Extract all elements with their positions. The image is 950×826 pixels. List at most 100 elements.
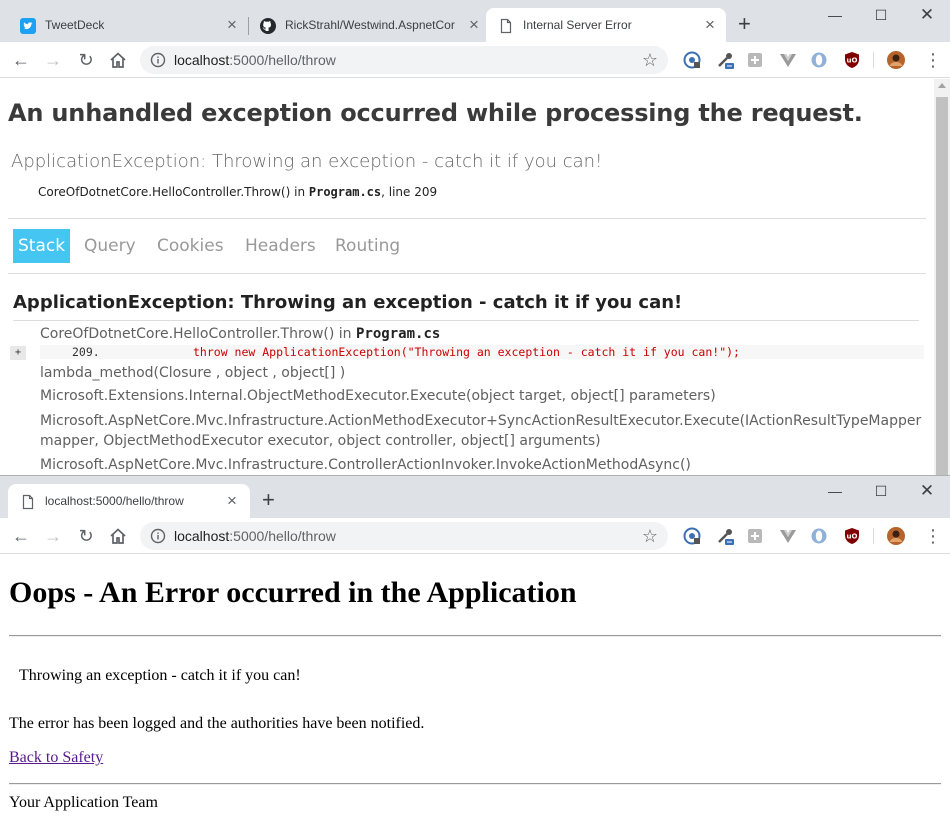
- svg-text:uO: uO: [847, 533, 858, 541]
- browser-menu-icon[interactable]: ⋮: [924, 526, 942, 546]
- divider: [13, 320, 919, 321]
- error-message: Throwing an exception - catch it if you …: [19, 667, 301, 684]
- puzzle-extension-icon[interactable]: [746, 51, 764, 69]
- scroll-up-arrow-icon[interactable]: [938, 83, 946, 88]
- tab-strip: localhost:5000/hello/throw × + — ☐ ✕: [0, 476, 950, 518]
- new-tab-icon[interactable]: +: [262, 489, 275, 511]
- browser-window-error-page: TweetDeck × RickStrahl/Westwind.AspnetCo…: [0, 0, 950, 476]
- browser-toolbar: ← → ↻ localhost:5000/hello/throw ☆ uO ⋮: [0, 42, 950, 78]
- ublock-origin-icon[interactable]: uO: [843, 527, 861, 545]
- error-code: throw new ApplicationException("Throwing…: [193, 345, 740, 359]
- developer-exception-page: An unhandled exception occurred while pr…: [0, 79, 934, 476]
- info-icon[interactable]: [150, 528, 166, 544]
- page-title: An unhandled exception occurred while pr…: [8, 99, 863, 127]
- source-code-line: 209. throw new ApplicationException("Thr…: [40, 345, 924, 359]
- url-host: localhost: [174, 52, 230, 68]
- stack-frame[interactable]: Microsoft.AspNetCore.Mvc.Infrastructure.…: [40, 457, 691, 473]
- tab-tweetdeck[interactable]: TweetDeck ×: [8, 8, 244, 42]
- url-text: localhost:5000/hello/throw: [174, 528, 336, 544]
- location-line: , line 209: [381, 185, 438, 199]
- ublock-origin-icon[interactable]: uO: [843, 51, 861, 69]
- page-title: Oops - An Error occurred in the Applicat…: [9, 576, 577, 609]
- close-window-icon[interactable]: ✕: [904, 476, 950, 506]
- back-to-safety-link[interactable]: Back to Safety: [9, 749, 103, 767]
- tab-query[interactable]: Query: [84, 229, 136, 263]
- signature: Your Application Team: [9, 794, 158, 811]
- logged-notice: The error has been logged and the author…: [9, 715, 425, 732]
- tab-title: TweetDeck: [45, 18, 105, 32]
- profile-avatar[interactable]: [887, 51, 905, 69]
- divider: [9, 783, 941, 785]
- opera-extension-icon[interactable]: [810, 51, 828, 69]
- minimize-icon[interactable]: —: [812, 476, 858, 506]
- forward-icon[interactable]: →: [42, 49, 64, 71]
- forward-icon[interactable]: →: [42, 525, 64, 547]
- stack-frame[interactable]: Microsoft.AspNetCore.Mvc.Infrastructure.…: [40, 413, 921, 429]
- home-icon[interactable]: [108, 50, 128, 70]
- profile-avatar[interactable]: [887, 527, 905, 545]
- maximize-icon[interactable]: ☐: [858, 476, 904, 506]
- tab-title: localhost:5000/hello/throw: [45, 494, 184, 508]
- close-tab-icon[interactable]: ×: [227, 16, 237, 33]
- toolbar-separator: [873, 528, 874, 544]
- tab-localhost[interactable]: localhost:5000/hello/throw ×: [8, 484, 250, 518]
- reload-icon[interactable]: ↻: [75, 525, 97, 547]
- vue-devtools-icon[interactable]: [779, 527, 797, 545]
- stack-frame[interactable]: CoreOfDotnetCore.HelloController.Throw()…: [40, 326, 440, 342]
- reload-icon[interactable]: ↻: [75, 49, 97, 71]
- tab-stack[interactable]: Stack: [13, 229, 71, 263]
- password-extension-icon[interactable]: [683, 527, 701, 545]
- maximize-icon[interactable]: ☐: [858, 0, 904, 30]
- location-file: Program.cs: [308, 185, 382, 199]
- stack-frame[interactable]: lambda_method(Closure , object , object[…: [40, 365, 345, 381]
- frame-method: CoreOfDotnetCore.HelloController.Throw()…: [40, 326, 357, 342]
- divider: [9, 635, 941, 637]
- home-icon[interactable]: [108, 526, 128, 546]
- vue-devtools-icon[interactable]: [779, 51, 797, 69]
- tab-strip: TweetDeck × RickStrahl/Westwind.AspnetCo…: [0, 0, 950, 42]
- url-path: :5000/hello/throw: [229, 52, 336, 68]
- stack-heading: ApplicationException: Throwing an except…: [13, 292, 683, 313]
- tab-cookies[interactable]: Cookies: [157, 229, 224, 263]
- close-window-icon[interactable]: ✕: [904, 0, 950, 30]
- back-icon[interactable]: ←: [10, 525, 32, 547]
- browser-window-friendly-error: localhost:5000/hello/throw × + — ☐ ✕ ← →…: [0, 475, 950, 826]
- tab-routing[interactable]: Routing: [335, 229, 400, 263]
- browser-menu-icon[interactable]: ⋮: [924, 50, 942, 70]
- exception-title: ApplicationException: Throwing an except…: [11, 151, 603, 172]
- expand-source-button[interactable]: +: [10, 346, 26, 360]
- close-tab-icon[interactable]: ×: [227, 492, 237, 509]
- address-bar[interactable]: localhost:5000/hello/throw ☆: [140, 522, 668, 550]
- tab-headers[interactable]: Headers: [245, 229, 316, 263]
- stack-frame[interactable]: Microsoft.Extensions.Internal.ObjectMeth…: [40, 388, 716, 404]
- divider: [8, 218, 926, 219]
- back-icon[interactable]: ←: [10, 49, 32, 71]
- page-icon: [500, 18, 512, 34]
- scrollbar-thumb[interactable]: [936, 97, 948, 476]
- frame-file: Program.cs: [356, 326, 441, 342]
- scrollbar[interactable]: [934, 79, 950, 476]
- bookmark-star-icon[interactable]: ☆: [642, 526, 658, 546]
- new-tab-icon[interactable]: +: [738, 13, 751, 35]
- eyedropper-extension-icon[interactable]: [716, 527, 734, 545]
- github-icon: [260, 18, 276, 34]
- eyedropper-extension-icon[interactable]: [716, 51, 734, 69]
- puzzle-extension-icon[interactable]: [746, 527, 764, 545]
- close-tab-icon[interactable]: ×: [469, 16, 479, 33]
- url-path: :5000/hello/throw: [229, 528, 336, 544]
- password-extension-icon[interactable]: [683, 51, 701, 69]
- opera-extension-icon[interactable]: [810, 527, 828, 545]
- close-tab-icon[interactable]: ×: [705, 16, 715, 33]
- address-bar[interactable]: localhost:5000/hello/throw ☆: [140, 46, 668, 74]
- stack-frame-continued[interactable]: mapper, ObjectMethodExecutor executor, o…: [40, 433, 601, 449]
- twitter-icon: [20, 18, 36, 34]
- bookmark-star-icon[interactable]: ☆: [642, 50, 658, 70]
- svg-text:uO: uO: [847, 57, 858, 65]
- minimize-icon[interactable]: —: [812, 0, 858, 30]
- info-icon[interactable]: [150, 52, 166, 68]
- friendly-error-page: Oops - An Error occurred in the Applicat…: [0, 556, 950, 826]
- toolbar-separator: [873, 52, 874, 68]
- tab-github[interactable]: RickStrahl/Westwind.AspnetCore ×: [248, 8, 484, 42]
- tab-internal-server-error[interactable]: Internal Server Error ×: [486, 8, 726, 42]
- divider: [8, 273, 926, 274]
